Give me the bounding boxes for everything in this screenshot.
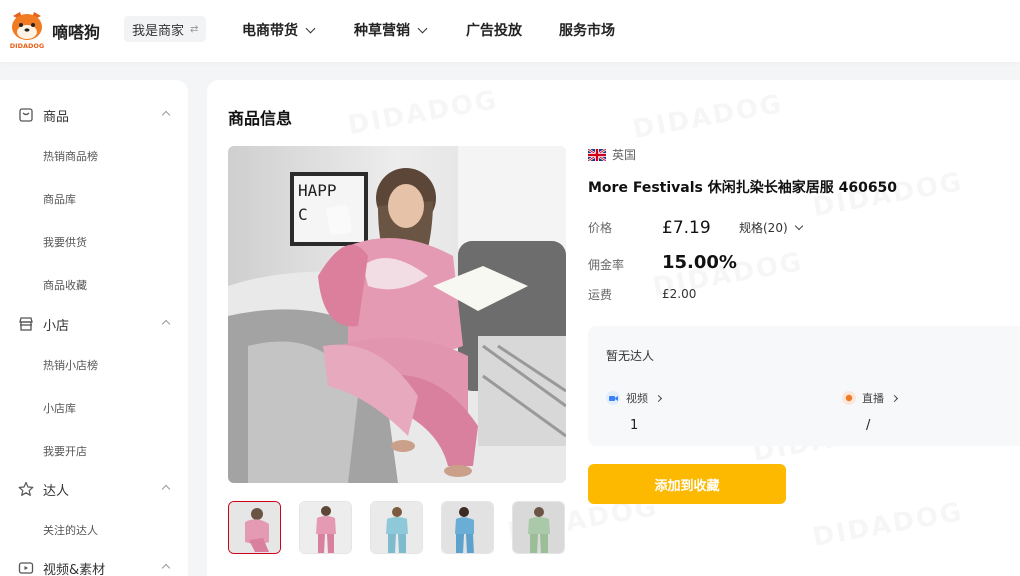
watermark: DIDADOG: [631, 89, 786, 145]
sidebar-group-label: 视频&素材: [43, 562, 106, 576]
sidebar-item-product-favorites[interactable]: 商品收藏: [43, 277, 87, 293]
brand-name[interactable]: 嘀嗒狗: [52, 19, 100, 43]
add-to-favorites-button[interactable]: 添加到收藏: [588, 464, 786, 504]
sidebar-group-influencers[interactable]: 达人: [0, 477, 188, 501]
top-navigation-bar: DIDADOG 嘀嗒狗 我是商家 ⇄ 电商带货 种草营销 广告投放 服务市场: [0, 0, 1020, 62]
sidebar-item-hot-stores[interactable]: 热销小店榜: [43, 357, 98, 373]
swap-icon: ⇄: [190, 23, 199, 35]
thumbnail-4[interactable]: [441, 501, 494, 554]
sidebar: 商品 热销商品榜 商品库 我要供货 商品收藏 小店 热销小店榜 小店库 我要开店…: [0, 80, 188, 576]
video-stat-link[interactable]: 视频: [606, 390, 663, 406]
thumbnail-strip: [228, 501, 565, 554]
chevron-up-icon[interactable]: [161, 484, 171, 494]
video-icon: [18, 562, 34, 574]
chevron-down-icon: [305, 23, 316, 33]
main-nav: 电商带货 种草营销 广告投放 服务市场: [242, 20, 615, 40]
watermark: DIDADOG: [346, 85, 501, 141]
shopping-bag-icon: [19, 108, 33, 122]
live-label: 直播: [862, 392, 884, 405]
price-label: 价格: [588, 221, 613, 235]
thumbnail-2[interactable]: [299, 501, 352, 554]
sidebar-item-supply[interactable]: 我要供货: [43, 234, 87, 250]
country-tag: 英国: [588, 146, 636, 163]
live-stat-link[interactable]: 直播: [842, 390, 899, 406]
nav-ads[interactable]: 广告投放: [466, 20, 559, 40]
sidebar-group-label: 达人: [43, 483, 70, 499]
video-label: 视频: [626, 392, 648, 405]
live-count: /: [866, 418, 871, 433]
chevron-down-icon: [794, 221, 803, 230]
thumbnail-3[interactable]: [370, 501, 423, 554]
sidebar-item-store-library[interactable]: 小店库: [43, 400, 76, 416]
section-title: 商品信息: [228, 109, 293, 128]
thumbnail-5[interactable]: [512, 501, 565, 554]
sidebar-group-label: 商品: [43, 109, 70, 125]
watermark: DIDADOG: [811, 497, 966, 553]
product-title: More Festivals 休闲扎染长袖家居服 460650: [588, 180, 898, 196]
country-label: 英国: [612, 148, 637, 162]
star-icon: [18, 481, 34, 496]
uk-flag-icon: [588, 148, 606, 161]
sidebar-group-video-assets[interactable]: 视频&素材: [0, 556, 188, 576]
chevron-up-icon[interactable]: [161, 563, 171, 573]
no-talent-text: 暂无达人: [606, 349, 655, 363]
sidebar-item-followed-influencers[interactable]: 关注的达人: [43, 522, 98, 538]
sidebar-item-open-store[interactable]: 我要开店: [43, 443, 87, 459]
nav-ecommerce[interactable]: 电商带货: [242, 20, 354, 40]
nav-seeding-label: 种草营销: [354, 23, 410, 39]
talent-panel: 暂无达人 视频 1 直播 /: [588, 326, 1020, 446]
commission-value: 15.00%: [662, 252, 737, 273]
nav-seeding[interactable]: 种草营销: [354, 20, 466, 40]
chevron-right-icon: [890, 394, 899, 402]
sidebar-item-product-library[interactable]: 商品库: [43, 191, 76, 207]
nav-ads-label: 广告投放: [466, 23, 522, 39]
nav-service-market[interactable]: 服务市场: [559, 20, 615, 40]
product-main-image[interactable]: HAPP C: [228, 146, 566, 483]
sidebar-group-products[interactable]: 商品: [0, 103, 188, 127]
shipping-value: £2.00: [662, 287, 697, 301]
chevron-down-icon: [417, 23, 428, 33]
sidebar-group-label: 小店: [43, 318, 70, 334]
lightbox-sign-text: C: [298, 205, 308, 224]
live-icon: [842, 391, 856, 405]
lightbox-sign-text: HAPP: [298, 181, 337, 200]
nav-ecommerce-label: 电商带货: [242, 23, 298, 39]
nav-service-market-label: 服务市场: [559, 23, 615, 39]
chevron-up-icon[interactable]: [161, 110, 171, 120]
spec-label: 规格(20): [739, 221, 788, 235]
spec-dropdown[interactable]: 规格(20): [739, 219, 803, 236]
video-camera-icon: [606, 391, 620, 405]
role-switch-label: 我是商家: [132, 23, 185, 39]
thumbnail-1[interactable]: [228, 501, 281, 554]
sidebar-item-hot-products[interactable]: 热销商品榜: [43, 148, 98, 164]
shipping-label: 运费: [588, 288, 613, 302]
price-value: £7.19: [662, 218, 711, 238]
chevron-right-icon: [654, 394, 663, 402]
logo-subtext: DIDADOG: [10, 42, 45, 50]
sidebar-group-stores[interactable]: 小店: [0, 312, 188, 336]
didadog-logo[interactable]: DIDADOG: [8, 10, 46, 50]
video-count: 1: [630, 418, 639, 433]
chevron-up-icon[interactable]: [161, 319, 171, 329]
store-icon: [19, 317, 33, 331]
commission-label: 佣金率: [588, 258, 625, 272]
product-info-card: DIDADOG DIDADOG DIDADOG DIDADOG DIDADOG …: [207, 80, 1020, 576]
role-switch-button[interactable]: 我是商家 ⇄: [124, 16, 207, 42]
